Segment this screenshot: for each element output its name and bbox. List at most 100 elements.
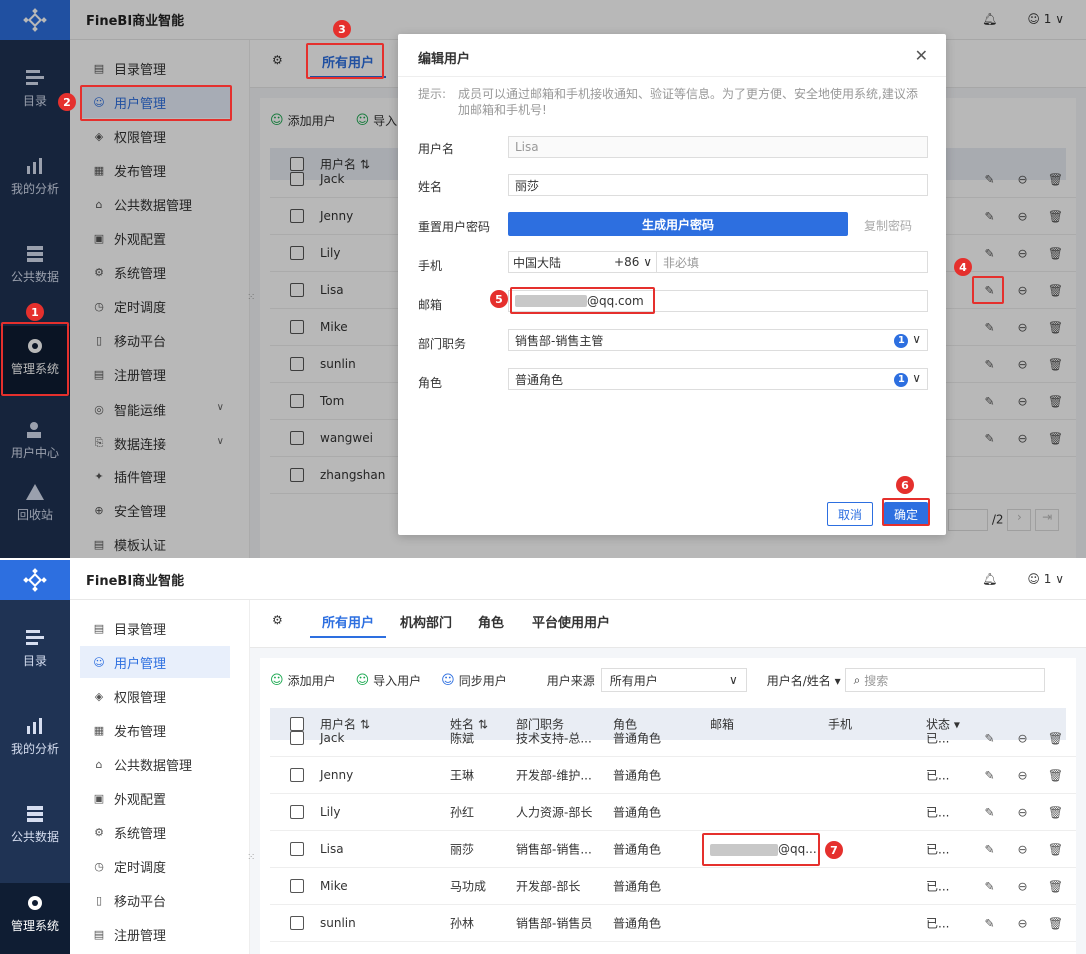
row-checkbox[interactable] (290, 805, 304, 819)
menu-item-public-data-manage[interactable]: ⌂ 公共数据管理 (80, 748, 230, 780)
role-select[interactable]: 普通角色 1 ∨ (508, 368, 928, 390)
menu-item-appearance[interactable]: ▣ 外观配置 (80, 782, 230, 814)
delete-icon[interactable]: 🗑︎ (1047, 878, 1064, 895)
delete-icon[interactable]: 🗑︎ (1047, 915, 1064, 932)
menu-label: 发布管理 (114, 724, 167, 740)
name-field[interactable]: 丽莎 (508, 174, 928, 196)
tab-all-users[interactable]: 所有用户 (309, 612, 387, 638)
tab-platform-users[interactable]: 平台使用用户 (532, 612, 610, 631)
cell-username: Jenny (320, 768, 354, 782)
menu-item-schedule[interactable]: ◷ 定时调度 (80, 850, 230, 882)
menu-item-permission[interactable]: ◈ 权限管理 (80, 680, 230, 712)
delete-icon[interactable]: 🗑︎ (1047, 841, 1064, 858)
delete-icon[interactable]: 🗑︎ (1047, 767, 1064, 784)
row-checkbox[interactable] (290, 731, 304, 745)
chevron-down-icon: ∨ (728, 673, 738, 687)
bell-icon[interactable]: 🔔︎ (982, 572, 997, 586)
app-logo-icon[interactable] (0, 560, 70, 600)
cell-username: Lisa (320, 842, 344, 856)
menu-item-catalog-manage[interactable]: ▤ 目录管理 (80, 612, 230, 644)
divider (398, 76, 946, 77)
analysis-icon (27, 718, 42, 734)
cancel-button[interactable]: 取消 (827, 502, 873, 526)
disable-icon[interactable]: ⊖ (1014, 915, 1031, 932)
close-icon[interactable]: ✕ (915, 46, 928, 65)
user-manage-icon: ☺ (93, 655, 105, 669)
phone-input[interactable]: 非必填 (657, 254, 699, 271)
sync-user-button[interactable]: ☺ 同步用户 (441, 672, 507, 689)
tip-label: 提示: (418, 87, 447, 101)
rail-public-data[interactable]: 公共数据 (0, 804, 70, 845)
menu-item-publish[interactable]: ▦ 发布管理 (80, 714, 230, 746)
menu-label: 公共数据管理 (114, 758, 193, 774)
edit-icon[interactable]: ✎ (981, 915, 998, 932)
rail-catalog[interactable]: 目录 (0, 628, 70, 669)
edit-icon[interactable]: ✎ (981, 767, 998, 784)
cell-name: 陈斌 (450, 731, 475, 746)
delete-icon[interactable]: 🗑︎ (1047, 804, 1064, 821)
generate-password-button[interactable]: 生成用户密码 (508, 212, 848, 236)
dialog-title: 编辑用户 (418, 52, 471, 67)
user-menu[interactable]: ☺︎ 1 ∨ (1027, 572, 1064, 586)
menu-item-user-manage[interactable]: ☺ 用户管理 (80, 646, 230, 678)
menu-item-register[interactable]: ▤ 注册管理 (80, 918, 230, 950)
cell-dept: 人力资源-部长 (516, 805, 593, 820)
search-input[interactable]: ⌕ 搜索 (844, 668, 1045, 692)
rail-analysis[interactable]: 我的分析 (0, 716, 70, 757)
highlight-email-cell (702, 833, 820, 866)
username-field: Lisa (508, 136, 928, 158)
user-source-select[interactable]: 所有用户 ∨ (600, 668, 747, 692)
delete-icon[interactable]: 🗑︎ (1047, 730, 1064, 747)
row-checkbox[interactable] (290, 916, 304, 930)
catalog-icon (26, 630, 44, 645)
tab-bar: ⚙ 所有用户 机构部门 角色 平台使用用户 (250, 600, 1086, 648)
cell-name: 王琳 (450, 768, 475, 783)
disable-icon[interactable]: ⊖ (1014, 767, 1031, 784)
manage-system-icon (28, 896, 42, 910)
table-row[interactable]: Mike 马功成 开发部-部长 普通角色 已... ✎ ⊖ 🗑︎ (270, 868, 1076, 905)
appearance-icon: ▣ (93, 791, 105, 805)
highlight-edit-icon (972, 276, 1004, 304)
phone-region-select[interactable]: 中国大陆 +86 ∨ (509, 252, 657, 272)
edit-icon[interactable]: ✎ (981, 841, 998, 858)
table-row[interactable]: Lisa 丽莎 销售部-销售... 普通角色 @qq... 已... ✎ ⊖ 🗑︎ (270, 831, 1076, 868)
dept-select[interactable]: 销售部-销售主管 1 ∨ (508, 329, 928, 351)
tab-roles[interactable]: 角色 (478, 612, 504, 631)
disable-icon[interactable]: ⊖ (1014, 730, 1031, 747)
edit-icon[interactable]: ✎ (981, 878, 998, 895)
disable-icon[interactable]: ⊖ (1014, 878, 1031, 895)
copy-password-button[interactable]: 复制密码 (864, 217, 912, 234)
cell-username: Mike (320, 879, 348, 893)
cell-username: sunlin (320, 916, 356, 930)
import-user-button[interactable]: ☺ 导入用户 (356, 672, 422, 689)
disable-icon[interactable]: ⊖ (1014, 841, 1031, 858)
tab-departments[interactable]: 机构部门 (400, 612, 452, 631)
row-checkbox[interactable] (290, 842, 304, 856)
cell-dept: 销售部-销售员 (516, 916, 593, 931)
edit-icon[interactable]: ✎ (981, 730, 998, 747)
table-row[interactable]: Jack 陈斌 技术支持-总... 普通角色 已... ✎ ⊖ 🗑︎ (270, 720, 1076, 757)
step-marker-2: 2 (58, 93, 76, 111)
table-row[interactable]: sunlin 孙林 销售部-销售员 普通角色 已... ✎ ⊖ 🗑︎ (270, 905, 1076, 942)
edit-icon[interactable]: ✎ (981, 804, 998, 821)
catalog-manage-icon: ▤ (93, 621, 105, 635)
table-row[interactable]: Lily 孙红 人力资源-部长 普通角色 已... ✎ ⊖ 🗑︎ (270, 794, 1076, 831)
menu-item-system[interactable]: ⚙ 系统管理 (80, 816, 230, 848)
menu-item-mobile[interactable]: ▯ 移动平台 (80, 884, 230, 916)
step-marker-1: 1 (26, 303, 44, 321)
disable-icon[interactable]: ⊖ (1014, 804, 1031, 821)
cell-status: 已... (926, 879, 950, 894)
search-field-select[interactable]: 用户名/姓名 ▾ (767, 672, 841, 689)
row-checkbox[interactable] (290, 768, 304, 782)
cell-role: 普通角色 (613, 768, 662, 783)
resize-handle-icon[interactable]: ⁙ (247, 852, 256, 863)
add-user-button[interactable]: ☺ 添加用户 (270, 672, 336, 689)
rail-manage-system[interactable]: 管理系统 (0, 883, 70, 954)
user-source-label: 用户来源 (546, 673, 595, 688)
row-checkbox[interactable] (290, 879, 304, 893)
screenshot-step-result: 目录 我的分析 公共数据 管理系统 FineBI商业智能 🔔︎ ☺︎ 1 ∨ ▤… (0, 560, 1086, 954)
highlight-user-manage (80, 85, 232, 121)
table-row[interactable]: Jenny 王琳 开发部-维护... 普通角色 已... ✎ ⊖ 🗑︎ (270, 757, 1076, 794)
gear-icon[interactable]: ⚙ (272, 613, 288, 629)
highlight-manage-system (1, 322, 69, 396)
